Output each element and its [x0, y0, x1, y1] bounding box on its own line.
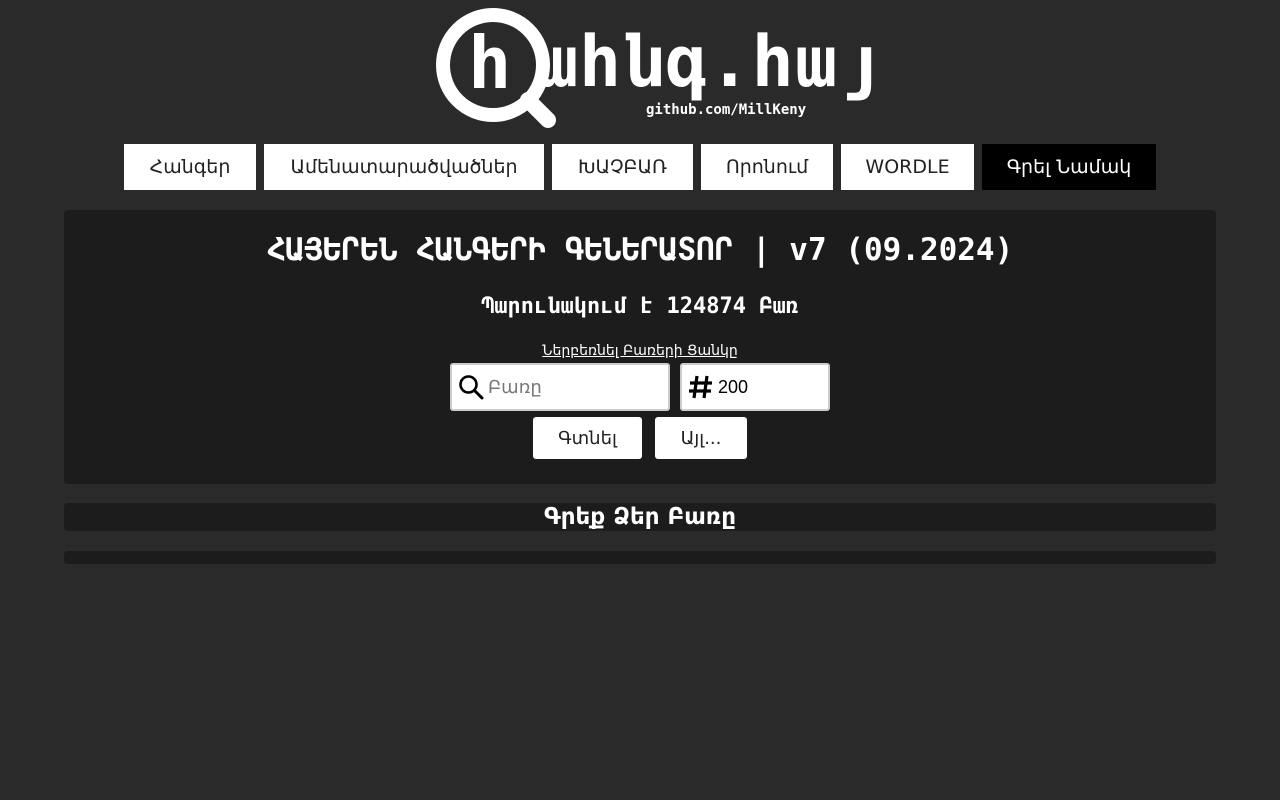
- svg-text:h: h: [468, 21, 511, 105]
- nav-rhymes[interactable]: Հանգեր: [124, 144, 256, 190]
- logo-subtitle: github.com/MillKeny: [646, 102, 807, 118]
- search-icon: [456, 372, 486, 402]
- search-field[interactable]: [450, 363, 670, 411]
- nav-wordle[interactable]: WORDLE: [841, 144, 974, 190]
- nav-most-common[interactable]: Ամենատարածվածներ: [264, 144, 544, 190]
- other-button[interactable]: Այլ...: [655, 417, 747, 459]
- search-input[interactable]: [486, 368, 638, 406]
- download-word-list-link[interactable]: Ներբեռնել Բառերի Ցանկը: [64, 343, 1216, 359]
- generator-panel: ՀԱՅԵՐԵՆ ՀԱՆԳԵՐԻ ԳԵՆԵՐԱՏՈՐ | v7 (09.2024)…: [64, 210, 1216, 484]
- nav-write-letter[interactable]: Գրել Նամակ: [982, 144, 1156, 190]
- logo-text: ահնգ.հայ: [536, 21, 882, 103]
- results-area: [64, 551, 1216, 564]
- quantity-field[interactable]: [680, 363, 830, 411]
- page-title: ՀԱՅԵՐԵՆ ՀԱՆԳԵՐԻ ԳԵՆԵՐԱՏՈՐ | v7 (09.2024): [266, 232, 1014, 268]
- nav-search[interactable]: Որոնում: [701, 144, 833, 190]
- find-button[interactable]: Գտնել: [533, 417, 642, 459]
- quantity-input[interactable]: [716, 368, 818, 406]
- site-logo[interactable]: h ահնգ.հայ github.com/MillKeny: [436, 8, 880, 128]
- word-prompt: Գրեք Ձեր Բառը: [64, 503, 1216, 531]
- nav-crossword[interactable]: ԽԱՉԲԱՌ: [552, 144, 693, 190]
- word-count: Պարունակում է 124874 Բառ: [481, 294, 799, 319]
- main-nav: Հանգեր Ամենատարածվածներ ԽԱՉԲԱՌ Որոնում W…: [0, 144, 1280, 190]
- hash-icon: [686, 372, 716, 402]
